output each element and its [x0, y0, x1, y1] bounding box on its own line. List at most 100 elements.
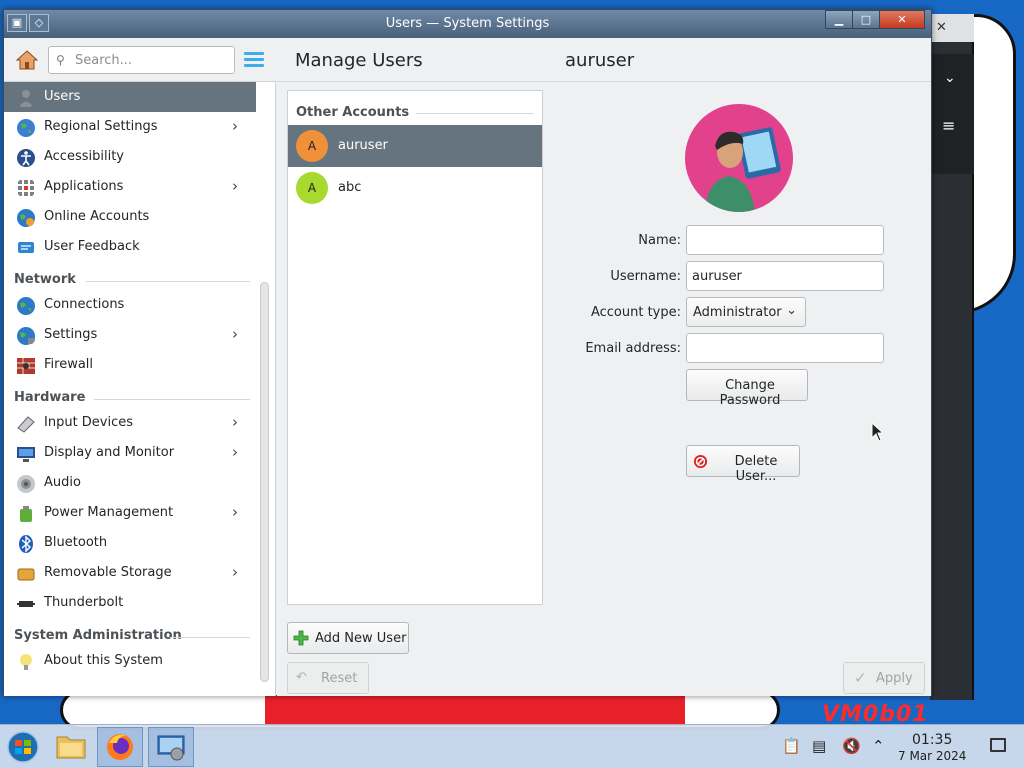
sidebar-item-removable-storage[interactable]: Removable Storage ›: [4, 558, 256, 588]
chevron-right-icon: ›: [232, 563, 238, 581]
window-titlebar[interactable]: ▣ ◇ Users — System Settings ▁ □ ✕: [4, 10, 931, 38]
clipboard-icon[interactable]: 📋: [782, 737, 801, 755]
sidebar-item-thunderbolt[interactable]: Thunderbolt: [4, 588, 256, 618]
name-field[interactable]: [686, 225, 884, 255]
menu-icon[interactable]: ≡: [942, 116, 955, 135]
delete-user-button[interactable]: Delete User...: [686, 445, 800, 484]
maximize-button[interactable]: □: [852, 10, 880, 29]
search-icon: ⚲: [56, 53, 65, 67]
display-icon: [17, 447, 35, 462]
sidebar-item-users[interactable]: Users: [4, 82, 256, 112]
hamburger-menu-icon[interactable]: [244, 52, 264, 68]
start-menu-button[interactable]: [0, 727, 46, 767]
minimize-button[interactable]: ▁: [825, 10, 853, 29]
chevron-down-icon[interactable]: ⌄: [944, 70, 956, 86]
sidebar-item-user-feedback[interactable]: User Feedback: [4, 232, 256, 262]
chevron-down-icon: ⌄: [786, 303, 797, 318]
sidebar-item-power-management[interactable]: Power Management ›: [4, 498, 256, 528]
online-accounts-icon: [17, 209, 35, 227]
firefox-task[interactable]: [97, 727, 143, 767]
close-button[interactable]: ✕: [879, 10, 925, 29]
account-item-auruser[interactable]: A auruser: [288, 125, 542, 167]
sidebar-item-firewall[interactable]: Firewall: [4, 350, 256, 380]
avatar: A: [296, 172, 328, 204]
clock-time[interactable]: 01:35: [912, 732, 952, 748]
sidebar-header: ⚲: [4, 38, 276, 82]
background-window-panel: ⌄ ≡: [930, 54, 974, 174]
email-label: Email address:: [585, 341, 681, 356]
sidebar-item-online-accounts[interactable]: Online Accounts: [4, 202, 256, 232]
chevron-right-icon: ›: [232, 503, 238, 521]
email-field[interactable]: [686, 333, 884, 363]
show-desktop-icon[interactable]: [990, 738, 1006, 752]
sidebar-list: Users Regional Settings › Accessibility …: [4, 82, 256, 676]
name-label: Name:: [638, 233, 681, 248]
reset-icon: ↶: [296, 670, 307, 685]
chevron-right-icon: ›: [232, 443, 238, 461]
username-label: Username:: [610, 269, 681, 284]
change-password-button[interactable]: Change Password: [686, 369, 808, 408]
close-icon[interactable]: ✕: [936, 20, 947, 35]
sidebar-item-display-monitor[interactable]: Display and Monitor ›: [4, 438, 256, 468]
chevron-right-icon: ›: [232, 325, 238, 343]
account-type-label: Account type:: [590, 305, 681, 320]
add-new-user-button[interactable]: Add New User: [287, 622, 409, 654]
accounts-heading: Other Accounts: [296, 105, 410, 120]
sidebar-item-audio[interactable]: Audio: [4, 468, 256, 498]
sidebar: ⚲ Users Regional Settings › Accessibilit…: [4, 38, 276, 696]
sidebar-item-applications[interactable]: Applications ›: [4, 172, 256, 202]
user-avatar-icon: [705, 127, 781, 212]
bluetooth-icon: [19, 535, 33, 553]
apply-button[interactable]: ✓ Apply: [843, 662, 925, 694]
chevron-right-icon: ›: [232, 177, 238, 195]
audio-icon: [17, 475, 35, 493]
search-field[interactable]: ⚲: [48, 46, 235, 74]
sidebar-item-bluetooth[interactable]: Bluetooth: [4, 528, 256, 558]
accessibility-icon: [17, 149, 35, 167]
sidebar-item-connections[interactable]: Connections: [4, 290, 256, 320]
delete-icon: [693, 454, 708, 469]
background-window-titlebar: ✕: [930, 14, 974, 42]
check-icon: ✓: [854, 669, 867, 687]
sidebar-section-system-administration: System Administration: [4, 618, 256, 646]
selected-user-title: auruser: [565, 50, 635, 71]
network-settings-icon: [17, 327, 35, 345]
search-input[interactable]: [73, 51, 228, 69]
user-avatar-picture[interactable]: [685, 104, 793, 212]
content-area: Manage Users auruser Other Accounts A au…: [277, 38, 931, 696]
tray-expand-icon[interactable]: ⌃: [872, 737, 885, 755]
sidebar-section-network: Network: [4, 262, 256, 290]
reset-button[interactable]: ↶ Reset: [287, 662, 369, 694]
notes-icon[interactable]: ▤: [812, 737, 826, 755]
folder-icon: [56, 736, 86, 759]
username-field[interactable]: [686, 261, 884, 291]
thunderbolt-icon: [17, 601, 35, 607]
avatar: A: [296, 130, 328, 162]
power-icon: [20, 506, 32, 522]
sidebar-item-input-devices[interactable]: Input Devices ›: [4, 408, 256, 438]
account-type-select[interactable]: Administrator ⌄: [686, 297, 806, 327]
input-devices-icon: [17, 416, 35, 433]
about-system-icon: [20, 654, 32, 670]
volume-muted-icon[interactable]: 🔇: [842, 737, 861, 755]
page-title: Manage Users: [295, 50, 423, 71]
taskbar: 📋 ▤ 🔇 ⌃ 01:35 7 Mar 2024: [0, 724, 1024, 768]
sidebar-item-regional-settings[interactable]: Regional Settings ›: [4, 112, 256, 142]
sidebar-item-about-system[interactable]: About this System: [4, 646, 256, 676]
file-manager-task[interactable]: [48, 727, 94, 767]
users-icon: [19, 90, 33, 107]
sidebar-item-accessibility[interactable]: Accessibility: [4, 142, 256, 172]
sidebar-item-network-settings[interactable]: Settings ›: [4, 320, 256, 350]
sidebar-scrollbar[interactable]: [260, 282, 269, 682]
regional-settings-icon: [17, 119, 35, 137]
firefox-icon: [107, 734, 133, 760]
account-item-abc[interactable]: A abc: [288, 167, 542, 209]
system-settings-task[interactable]: [148, 727, 194, 767]
system-settings-icon: [157, 735, 185, 761]
chevron-right-icon: ›: [232, 117, 238, 135]
mouse-cursor: [871, 422, 885, 442]
accounts-list: Other Accounts A auruser A abc: [287, 90, 543, 605]
system-settings-window: ▣ ◇ Users — System Settings ▁ □ ✕ ⚲ U: [3, 9, 932, 696]
home-icon[interactable]: [16, 50, 38, 70]
clock-date[interactable]: 7 Mar 2024: [898, 749, 966, 763]
